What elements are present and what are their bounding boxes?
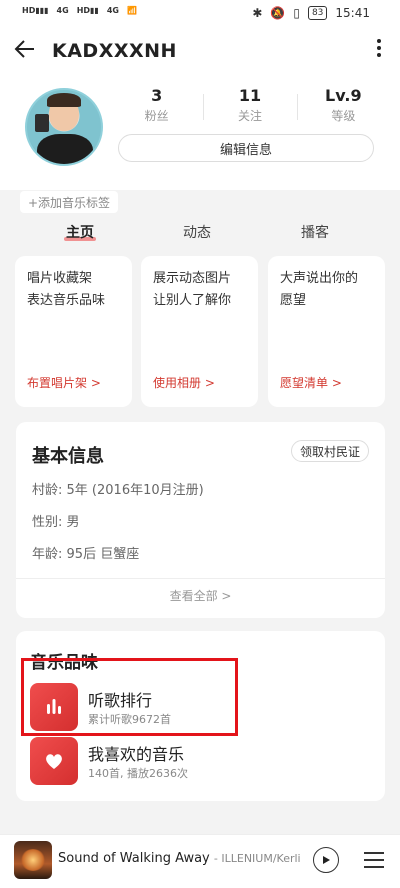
heart-icon (30, 737, 78, 785)
wifi-icon: 📶 (126, 6, 137, 15)
avatar[interactable] (25, 88, 103, 166)
play-button[interactable] (313, 847, 339, 873)
vibrate-icon: ▯ (293, 6, 300, 20)
stats-row: 3 粉丝 11 关注 Lv.9 等级 (110, 86, 390, 126)
divider (16, 578, 385, 579)
info-row-age: 村龄: 5年 (2016年10月注册) (32, 479, 204, 498)
info-label: 性别: (32, 515, 63, 530)
card-link[interactable]: 布置唱片架 > (27, 374, 101, 391)
info-value: 95后 巨蟹座 (66, 547, 140, 562)
info-row-gender: 性别: 男 (32, 511, 80, 530)
song-artist: - ILLENIUM/Kerli (213, 852, 301, 865)
add-music-tag-button[interactable]: +添加音乐标签 (20, 191, 119, 213)
status-bar: HD▮▮▮ 4G HD▮▮ 4G 📶 ✱ 🔕 ▯ 83 15:41 (0, 0, 400, 28)
info-value: 5年 (2016年10月注册) (66, 483, 204, 498)
profile-tabs: 主页 动态 播客 (0, 222, 400, 248)
info-label: 年龄: (32, 547, 63, 562)
record-shelf-card[interactable]: 唱片收藏架 表达音乐品味 布置唱片架 > (15, 256, 132, 407)
section-title: 基本信息 (32, 446, 104, 467)
mini-player[interactable]: Sound of Walking Away - ILLENIUM/Kerli (0, 834, 400, 888)
clock: 15:41 (335, 6, 370, 20)
stat-value: 11 (238, 86, 262, 105)
basic-info-card: 基本信息 领取村民证 村龄: 5年 (2016年10月注册) 性别: 男 年龄:… (16, 422, 385, 618)
stat-value: Lv.9 (325, 86, 362, 105)
sim1-icon: HD▮▮▮ (22, 6, 49, 15)
item-title: 我喜欢的音乐 (88, 745, 185, 764)
stat-followers[interactable]: 3 粉丝 (110, 86, 203, 126)
stat-label: 关注 (237, 109, 262, 123)
top-bar: KADXXXNH (0, 28, 400, 78)
arrow-left-icon[interactable] (14, 38, 36, 66)
card-desc: 大声说出你的 (280, 271, 359, 286)
system-indicators: ✱ 🔕 ▯ 83 15:41 (252, 6, 370, 20)
info-row-birth: 年龄: 95后 巨蟹座 (32, 543, 139, 562)
edit-info-button[interactable]: 编辑信息 (118, 134, 374, 162)
tab-home[interactable]: 主页 (64, 222, 96, 242)
album-cover[interactable] (14, 841, 52, 879)
mute-icon: 🔕 (270, 6, 286, 20)
now-playing[interactable]: Sound of Walking Away - ILLENIUM/Kerli (58, 851, 301, 866)
card-desc: 让别人了解你 (153, 293, 232, 308)
page-title: KADXXXNH (52, 40, 177, 62)
highlight-box (21, 658, 238, 736)
tab-podcast[interactable]: 播客 (301, 222, 329, 242)
wishlist-card[interactable]: 大声说出你的 愿望 愿望清单 > (268, 256, 385, 407)
stat-value: 3 (151, 86, 163, 105)
item-subtitle: 140首, 播放2636次 (88, 767, 188, 780)
signal-indicators: HD▮▮▮ 4G HD▮▮ 4G 📶 (22, 6, 137, 15)
card-desc: 愿望 (280, 293, 307, 308)
card-desc: 展示动态图片 (153, 271, 232, 286)
battery-indicator: 83 (307, 6, 328, 20)
card-link[interactable]: 愿望清单 > (280, 374, 342, 391)
info-value: 男 (66, 515, 80, 530)
sim2-icon: HD▮▮ (76, 6, 99, 15)
playlist-icon[interactable] (364, 847, 384, 869)
more-vertical-icon[interactable] (376, 38, 382, 63)
stat-label: 等级 (331, 109, 356, 123)
view-all-link[interactable]: 查看全部 > (16, 587, 385, 604)
stat-label: 粉丝 (144, 109, 169, 123)
album-card[interactable]: 展示动态图片 让别人了解你 使用相册 > (141, 256, 258, 407)
profile-header: 3 粉丝 11 关注 Lv.9 等级 编辑信息 (0, 78, 400, 190)
song-title: Sound of Walking Away (58, 851, 210, 866)
card-desc: 表达音乐品味 (27, 293, 106, 308)
info-label: 村龄: (32, 483, 63, 498)
claim-villager-id-button[interactable]: 领取村民证 (290, 440, 369, 462)
net2-label: 4G (106, 6, 119, 15)
stat-following[interactable]: 11 关注 (203, 86, 296, 126)
stat-level[interactable]: Lv.9 等级 (296, 86, 390, 126)
net1-label: 4G (56, 6, 69, 15)
card-desc: 唱片收藏架 (27, 271, 93, 286)
liked-music-item[interactable]: 我喜欢的音乐 140首, 播放2636次 (30, 737, 370, 789)
bluetooth-icon: ✱ (252, 6, 263, 20)
tab-activity[interactable]: 动态 (183, 222, 211, 242)
card-link[interactable]: 使用相册 > (153, 374, 215, 391)
